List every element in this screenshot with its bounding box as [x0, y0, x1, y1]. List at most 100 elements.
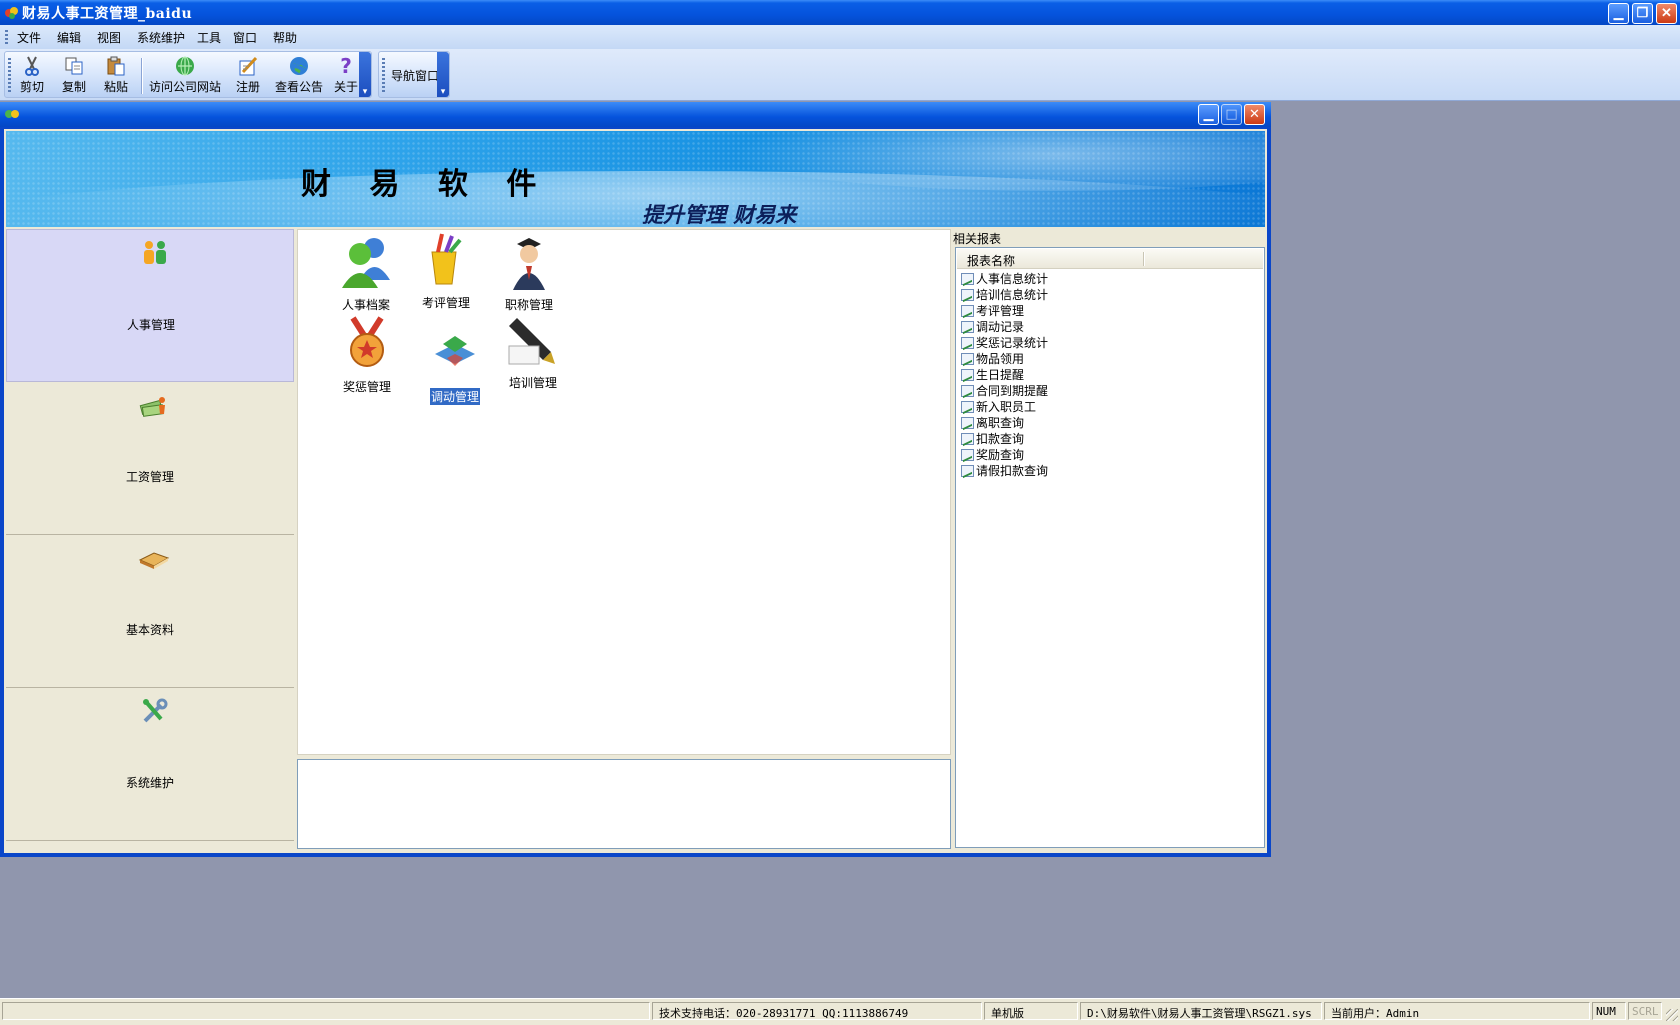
report-item[interactable]: 考评管理 [961, 302, 1024, 319]
report-label: 新入职员工 [976, 400, 1037, 414]
minimize-button[interactable]: ▁ [1608, 3, 1629, 24]
menu-file[interactable]: 文件 [17, 29, 41, 46]
app-title-bar: 财易人事工资管理_baidu ▁ ❐ ✕ [0, 0, 1680, 25]
module-label: 人事档案 [341, 298, 390, 312]
report-label: 调动记录 [976, 320, 1025, 334]
window-icon [5, 110, 19, 118]
resize-grip[interactable] [1666, 1009, 1678, 1021]
nav-label-basic-data: 基本资料 [125, 623, 174, 637]
module-title-management[interactable]: 职称管理 [484, 232, 574, 313]
module-personnel-file[interactable]: 人事档案 [321, 232, 411, 313]
menu-bar: 文件 编辑 视图 系统维护 工具 窗口 帮助 [0, 25, 1680, 50]
pencil-cup-icon [431, 233, 462, 285]
navigation-window-body: 财 易 软 件 提升管理 财易来 人事管理 工资管理 基本资料 系统维护 人事档… [4, 129, 1267, 853]
report-chart-icon [961, 465, 974, 477]
report-item[interactable]: 物品领用 [961, 350, 1024, 367]
nav-window-button[interactable]: 导航窗口 [391, 67, 439, 84]
tools-icon [143, 698, 168, 723]
banner-slogan: 提升管理 财易来 [642, 202, 797, 227]
toolbar-grip[interactable] [8, 58, 11, 92]
nav-label-system-maintenance: 系统维护 [125, 776, 174, 790]
about-button[interactable]: ? 关于 [331, 55, 361, 97]
banner: 财 易 软 件 提升管理 财易来 [6, 131, 1265, 227]
nav-item-basic-data[interactable]: 基本资料 [6, 535, 294, 688]
medal-icon [350, 316, 384, 367]
register-icon [239, 56, 258, 76]
nav-toolbar-overflow-chevron[interactable]: ▾ [437, 52, 449, 97]
reports-section-label: 相关报表 [953, 232, 1002, 246]
report-item[interactable]: 培训信息统计 [961, 286, 1048, 303]
menu-view[interactable]: 视图 [97, 29, 121, 46]
menu-grip[interactable] [5, 30, 8, 44]
paste-icon [107, 56, 125, 76]
people-icon [144, 241, 166, 264]
book-icon [138, 552, 170, 569]
menu-window[interactable]: 窗口 [233, 29, 257, 46]
money-icon [139, 397, 165, 417]
nav-toolbar-grip[interactable] [382, 58, 385, 92]
status-bar: 技术支持电话：020-28931771 QQ:1113886749 单机版 D:… [0, 998, 1680, 1025]
module-training[interactable]: 培训管理 [488, 310, 578, 391]
visit-website-label: 访问公司网站 [148, 80, 221, 94]
menu-system[interactable]: 系统维护 [137, 29, 185, 46]
report-chart-icon [961, 289, 974, 301]
report-item[interactable]: 人事信息统计 [961, 270, 1048, 287]
register-button[interactable]: 注册 [231, 55, 265, 97]
nav-item-salary[interactable]: 工资管理 [6, 382, 294, 535]
report-item[interactable]: 调动记录 [961, 318, 1024, 335]
menu-edit[interactable]: 编辑 [57, 29, 81, 46]
nav-item-system-maintenance[interactable]: 系统维护 [6, 688, 294, 841]
report-label: 培训信息统计 [976, 288, 1049, 302]
nav-label-personnel: 人事管理 [126, 318, 175, 332]
report-label: 离职查询 [976, 416, 1025, 430]
status-path: D:\财易软件\财易人事工资管理\RSGZ1.sys [1080, 1002, 1322, 1020]
module-evaluation[interactable]: 考评管理 [401, 230, 491, 311]
report-item[interactable]: 扣款查询 [961, 430, 1024, 447]
nav-toolbar: 导航窗口 ▾ [378, 51, 450, 98]
reports-list-header[interactable]: 报表名称 [957, 249, 1263, 269]
child-maximize-button[interactable]: □ [1221, 104, 1242, 125]
paste-button[interactable]: 粘贴 [99, 55, 133, 97]
visit-website-button[interactable]: 访问公司网站 [147, 55, 223, 97]
status-support: 技术支持电话：020-28931771 QQ:1113886749 [652, 1002, 982, 1020]
transfer-icon [435, 336, 475, 366]
view-notice-button[interactable]: 查看公告 [273, 55, 325, 97]
module-transfer[interactable]: 调动管理 [410, 324, 500, 406]
report-item[interactable]: 合同到期提醒 [961, 382, 1048, 399]
toolbar-overflow-chevron[interactable]: ▾ [359, 52, 371, 97]
report-item[interactable]: 生日提醒 [961, 366, 1024, 383]
toolbar-separator [141, 58, 143, 94]
status-num: NUM [1592, 1002, 1626, 1020]
view-notice-label: 查看公告 [274, 80, 323, 94]
module-label: 培训管理 [508, 376, 557, 390]
menu-help[interactable]: 帮助 [273, 29, 297, 46]
report-item[interactable]: 请假扣款查询 [961, 462, 1048, 479]
close-button[interactable]: ✕ [1656, 3, 1677, 24]
navigation-window-title-bar: ▁ □ ✕ [0, 102, 1271, 127]
status-scrl: SCRL [1628, 1002, 1662, 1020]
users-icon [342, 238, 390, 288]
copy-icon [65, 57, 83, 75]
report-item[interactable]: 新入职员工 [961, 398, 1036, 415]
menu-tools[interactable]: 工具 [197, 29, 221, 46]
module-rewards-penalties[interactable]: 奖惩管理 [322, 314, 412, 395]
report-item[interactable]: 奖励查询 [961, 446, 1024, 463]
restore-button[interactable]: ❐ [1632, 3, 1653, 24]
report-item[interactable]: 奖惩记录统计 [961, 334, 1048, 351]
child-close-button[interactable]: ✕ [1244, 104, 1265, 125]
app-title: 财易人事工资管理_baidu [22, 6, 193, 22]
report-chart-icon [961, 273, 974, 285]
graduate-icon [513, 238, 545, 290]
cut-button[interactable]: 剪切 [15, 55, 49, 97]
nav-item-personnel[interactable]: 人事管理 [6, 229, 294, 382]
column-divider[interactable] [1143, 252, 1145, 266]
report-chart-icon [961, 385, 974, 397]
report-chart-icon [961, 353, 974, 365]
report-chart-icon [961, 401, 974, 413]
report-chart-icon [961, 337, 974, 349]
copy-button[interactable]: 复制 [57, 55, 91, 97]
report-label: 考评管理 [976, 304, 1025, 318]
child-minimize-button[interactable]: ▁ [1198, 104, 1219, 125]
status-edition: 单机版 [984, 1002, 1078, 1020]
report-item[interactable]: 离职查询 [961, 414, 1024, 431]
